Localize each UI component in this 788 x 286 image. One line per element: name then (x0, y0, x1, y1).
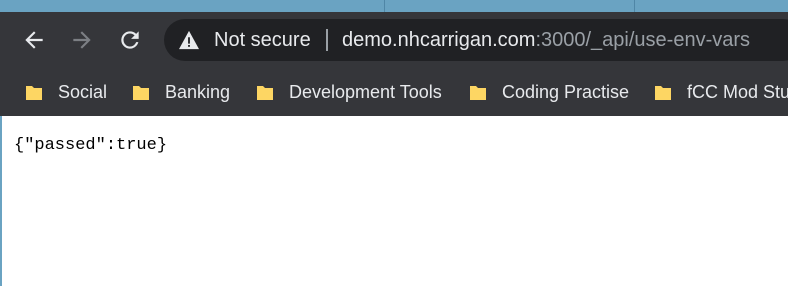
bookmark-folder-banking[interactable]: Banking (131, 78, 230, 106)
bookmark-folder-development-tools[interactable]: Development Tools (255, 78, 442, 106)
forward-button[interactable] (68, 26, 96, 54)
security-status-label[interactable]: Not secure (214, 29, 311, 52)
arrow-left-icon (25, 31, 43, 49)
folder-icon (26, 86, 42, 100)
bookmark-label: Development Tools (289, 81, 442, 102)
url-path: :3000/_api/use-env-vars (535, 29, 751, 51)
tab-strip-edge (0, 0, 788, 12)
browser-toolbar: Not secure demo.nhcarrigan.com:3000/_api… (0, 12, 788, 68)
bookmark-folder-social[interactable]: Social (24, 78, 107, 106)
bookmark-label: Banking (165, 81, 231, 102)
reload-icon (121, 31, 139, 49)
folder-icon (655, 86, 671, 100)
bookmark-label: fCC Mod Stuff (687, 81, 788, 102)
tab-separator (634, 0, 635, 12)
warning-triangle-icon[interactable] (178, 30, 200, 50)
bookmarks-bar: Social Banking Development Tools Coding … (0, 68, 788, 116)
address-bar[interactable]: Not secure demo.nhcarrigan.com:3000/_api… (164, 19, 788, 61)
folder-icon (133, 86, 149, 100)
bookmark-label: Coding Practise (502, 81, 630, 102)
tab-separator (384, 0, 385, 12)
bookmark-folder-fcc-mod-stuff[interactable]: fCC Mod Stuff (653, 78, 788, 106)
reload-button[interactable] (116, 26, 144, 54)
omnibox-divider (326, 29, 328, 51)
window-edge (0, 116, 2, 286)
folder-icon (257, 86, 273, 100)
url-text[interactable]: demo.nhcarrigan.com:3000/_api/use-env-va… (342, 29, 750, 52)
back-button[interactable] (20, 26, 48, 54)
folder-icon (470, 86, 486, 100)
bookmark-folder-coding-practise[interactable]: Coding Practise (468, 78, 629, 106)
bookmark-label: Social (58, 81, 108, 102)
url-host: demo.nhcarrigan.com (342, 29, 536, 51)
arrow-right-icon (73, 31, 91, 49)
json-response-text: {"passed":true} (14, 136, 168, 155)
